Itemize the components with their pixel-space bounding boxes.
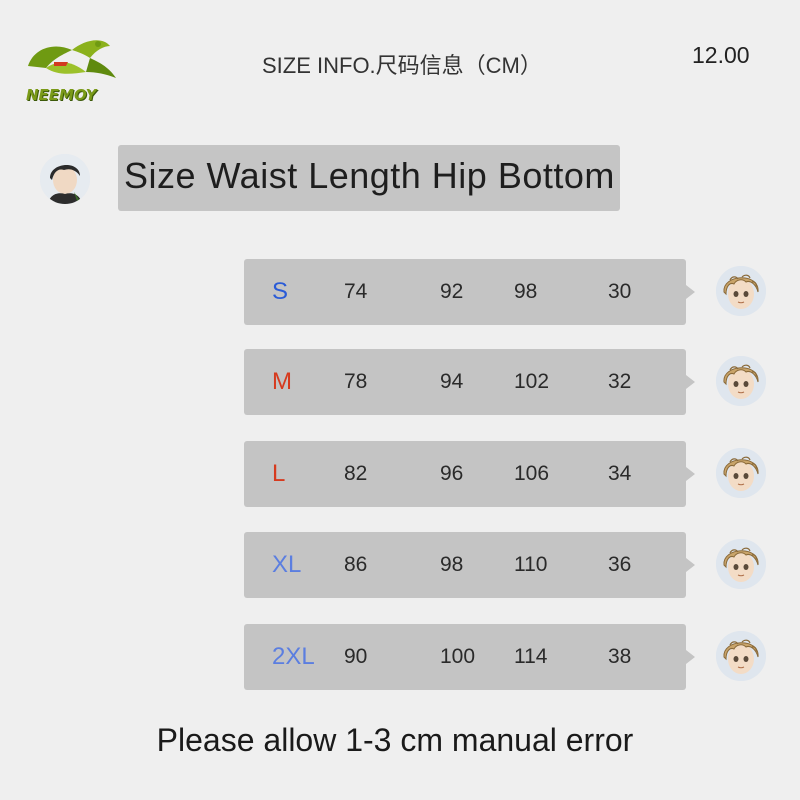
bottom-value: 30 <box>608 280 632 303</box>
waist-value: 74 <box>344 280 368 303</box>
size-row: S 74 92 98 30 <box>244 259 695 325</box>
length-value: 92 <box>440 280 464 303</box>
size-row: XL 86 98 110 36 <box>244 532 695 598</box>
size-label: M <box>272 368 292 395</box>
size-row: 2XL 90 100 114 38 <box>244 624 695 690</box>
bottom-value: 38 <box>608 645 632 668</box>
bubble-tail <box>686 558 695 572</box>
brand-logo: NEEMOY <box>24 36 120 108</box>
size-label: 2XL <box>272 643 315 670</box>
waist-value: 82 <box>344 462 368 485</box>
hip-value: 106 <box>514 462 550 485</box>
length-value: 96 <box>440 462 464 485</box>
size-label: XL <box>272 551 302 578</box>
column-header-text: Size Waist Length Hip Bottom <box>124 155 615 196</box>
bubble-tail <box>686 375 695 389</box>
curly-blond-avatar-icon <box>716 266 766 316</box>
length-value: 94 <box>440 370 464 393</box>
bottom-value: 34 <box>608 462 632 485</box>
bubble-tail <box>686 285 695 299</box>
hip-value: 110 <box>514 553 548 576</box>
waist-value: 90 <box>344 645 368 668</box>
bottom-value: 36 <box>608 553 632 576</box>
size-label: S <box>272 278 289 305</box>
curly-blond-avatar-icon <box>716 356 766 406</box>
length-value: 98 <box>440 553 464 576</box>
hip-value: 98 <box>514 280 538 303</box>
curly-blond-avatar-icon <box>716 539 766 589</box>
waist-value: 86 <box>344 553 368 576</box>
bubble-tail <box>686 467 695 481</box>
size-label: L <box>272 460 286 487</box>
footer-note: Please allow 1-3 cm manual error <box>156 722 634 758</box>
size-row: M 78 94 102 32 <box>244 349 695 415</box>
length-value: 100 <box>440 645 476 668</box>
hip-value: 114 <box>514 645 548 668</box>
logo-text: NEEMOY <box>26 86 97 104</box>
leaf-logo-icon <box>28 40 116 78</box>
dark-hair-avatar-icon <box>40 154 90 204</box>
page-title: SIZE INFO.尺码信息（CM） <box>262 53 542 78</box>
bottom-value: 32 <box>608 370 632 393</box>
bubble-tail <box>686 650 695 664</box>
hip-value: 102 <box>514 370 550 393</box>
size-row: L 82 96 106 34 <box>244 441 695 507</box>
curly-blond-avatar-icon <box>716 448 766 498</box>
curly-blond-avatar-icon <box>716 631 766 681</box>
price-label: 12.00 <box>692 42 750 68</box>
waist-value: 78 <box>344 370 368 393</box>
